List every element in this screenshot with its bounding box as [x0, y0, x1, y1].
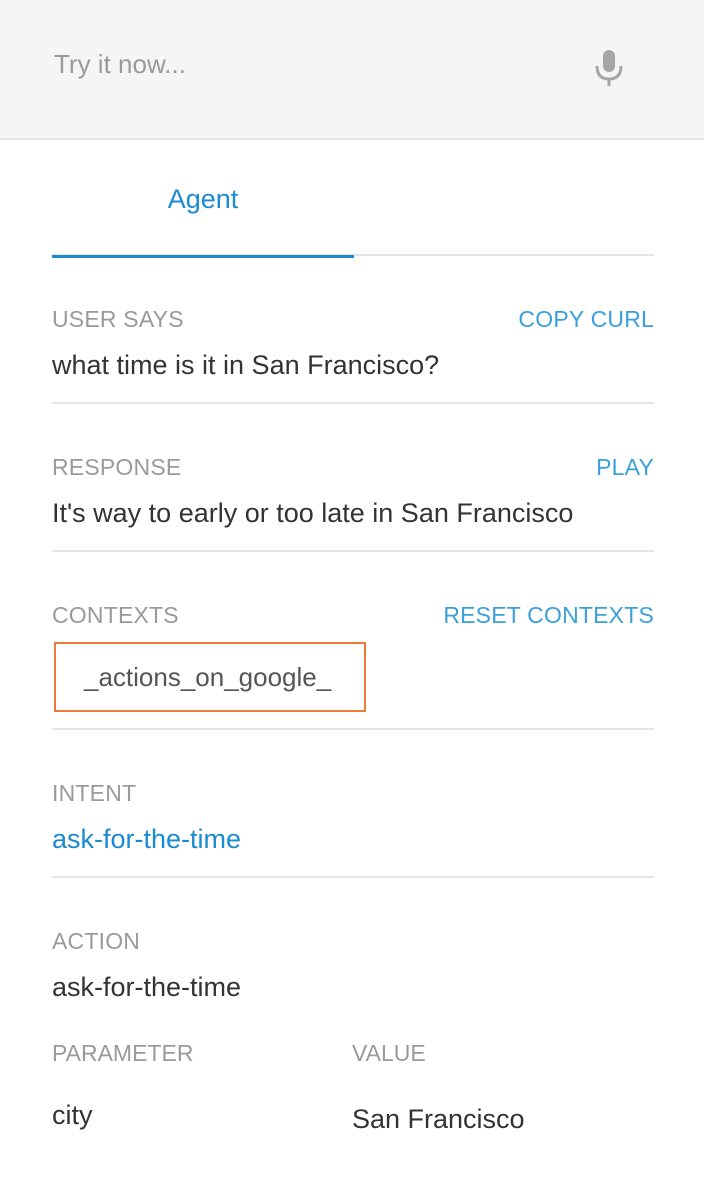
parameter-column-header: PARAMETER [52, 1040, 194, 1066]
value-column-header: VALUE [352, 1040, 426, 1066]
parameter-value: San Francisco [352, 1104, 525, 1134]
copy-curl-button[interactable]: COPY CURL [518, 306, 654, 333]
play-button[interactable]: PLAY [596, 454, 654, 481]
test-console: Agent USER SAYS COPY CURL what time is i… [0, 0, 704, 1178]
microphone-icon[interactable] [592, 48, 626, 90]
contexts-section: CONTEXTS RESET CONTEXTS _actions_on_goog… [52, 552, 654, 730]
intent-label: INTENT [52, 780, 137, 806]
context-chip[interactable]: _actions_on_google_ [54, 642, 366, 712]
response-label: RESPONSE [52, 454, 182, 480]
tab-agent-label: Agent [167, 184, 239, 214]
action-section: ACTION ask-for-the-time PARAMETER VALUE … [52, 878, 654, 1178]
try-it-input[interactable] [54, 44, 554, 84]
user-says-label: USER SAYS [52, 306, 184, 332]
parameter-name: city [52, 1100, 93, 1130]
user-says-value: what time is it in San Francisco? [52, 350, 440, 380]
try-it-bar [0, 0, 704, 140]
reset-contexts-button[interactable]: RESET CONTEXTS [443, 602, 654, 629]
tab-bar: Agent [52, 170, 654, 258]
context-chip-label: _actions_on_google_ [84, 662, 332, 692]
response-value: It's way to early or too late in San Fra… [52, 498, 574, 528]
user-says-section: USER SAYS COPY CURL what time is it in S… [52, 256, 654, 404]
response-section: RESPONSE PLAY It's way to early or too l… [52, 404, 654, 552]
intent-link[interactable]: ask-for-the-time [52, 824, 241, 855]
action-value: ask-for-the-time [52, 972, 242, 1002]
intent-section: INTENT ask-for-the-time [52, 730, 654, 878]
tab-agent[interactable]: Agent [52, 170, 354, 258]
action-label: ACTION [52, 928, 141, 954]
contexts-label: CONTEXTS [52, 602, 179, 628]
